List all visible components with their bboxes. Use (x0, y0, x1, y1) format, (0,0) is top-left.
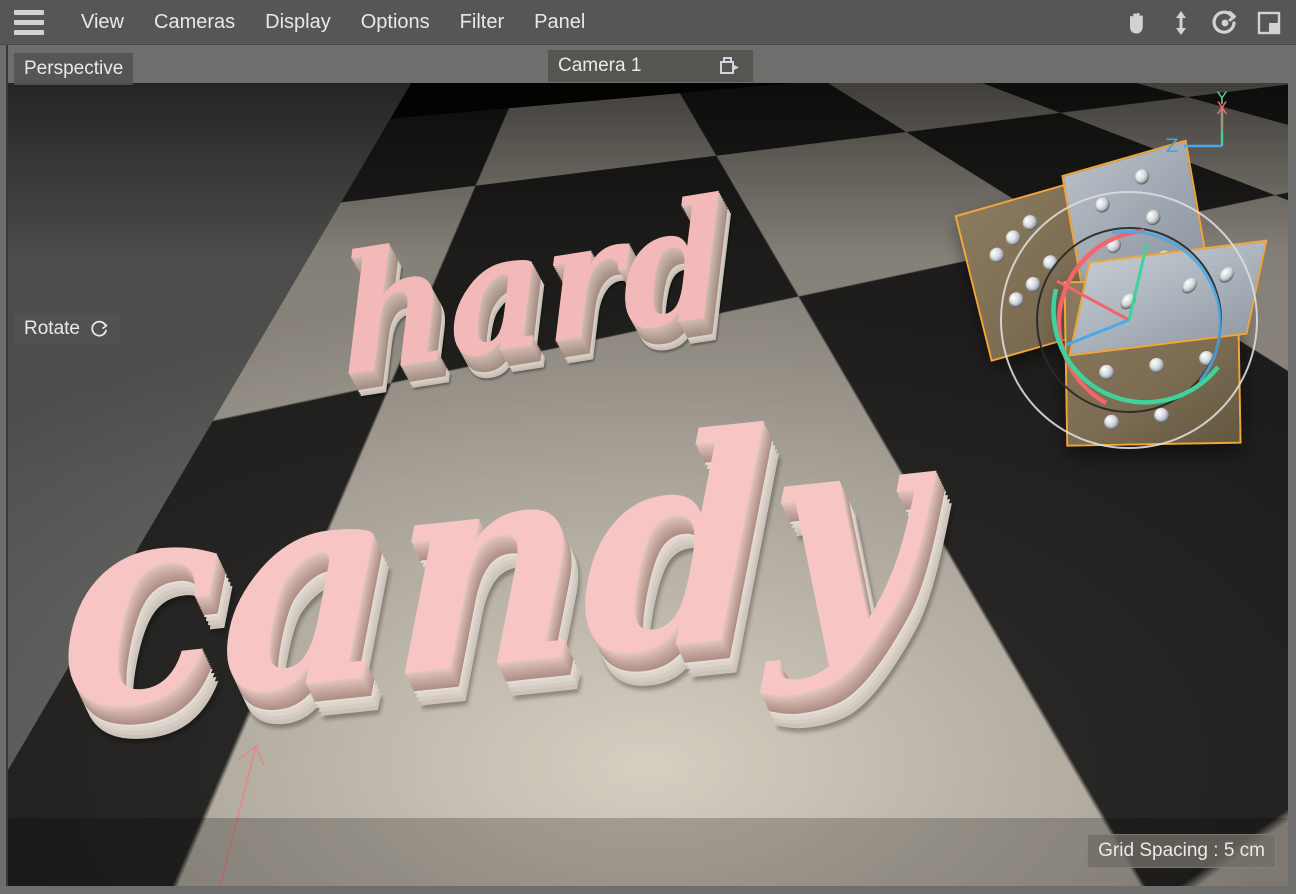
viewport-frame: hard candy (0, 45, 1296, 894)
die-pip (1094, 195, 1111, 214)
menu-item-filter[interactable]: Filter (445, 7, 519, 38)
die-pip (1180, 277, 1198, 295)
viewport[interactable]: hard candy (6, 45, 1288, 886)
die-pip (1133, 167, 1150, 186)
die-pip (1021, 213, 1039, 232)
die-pip (1154, 408, 1169, 423)
transform-tool-label[interactable]: Rotate (14, 313, 120, 345)
render-area[interactable]: hard candy (8, 80, 1288, 886)
panel-layout-icon[interactable] (1252, 6, 1286, 40)
camera-selector[interactable]: Camera 1 (548, 50, 753, 82)
die-pip (1007, 290, 1025, 309)
menu-item-options[interactable]: Options (346, 7, 445, 38)
menu-item-cameras[interactable]: Cameras (139, 7, 250, 38)
camera-label-text: Camera 1 (558, 55, 641, 77)
die-pip (1119, 293, 1137, 311)
hamburger-bar (14, 10, 44, 15)
axis-tripod: Y X Z (1150, 88, 1260, 188)
app-root: View Cameras Display Options Filter Pane… (0, 0, 1296, 894)
die-pip (1099, 365, 1114, 380)
menu-item-display[interactable]: Display (250, 7, 346, 38)
menu-item-panel[interactable]: Panel (519, 7, 600, 38)
hamburger-bar (14, 20, 44, 25)
hamburger-bar (14, 30, 44, 35)
die-pip (1041, 253, 1059, 272)
orbit-rotate-icon[interactable] (1208, 6, 1242, 40)
rotate-arc-icon (90, 319, 110, 339)
die-pip (1199, 351, 1214, 366)
dolly-arrows-icon[interactable] (1164, 6, 1198, 40)
die-pip (1024, 275, 1042, 294)
hamburger-menu-icon[interactable] (8, 0, 50, 45)
axis-x-label: X (1216, 99, 1228, 119)
die-pip (988, 246, 1006, 265)
die-pip (1149, 358, 1164, 373)
die-pip (1105, 236, 1122, 255)
projection-label-text: Perspective (24, 58, 123, 80)
camera-icon (717, 55, 743, 77)
grid-spacing-label: Grid Spacing : 5 cm (1087, 834, 1276, 868)
menu-item-list: View Cameras Display Options Filter Pane… (66, 7, 600, 38)
menu-bar: View Cameras Display Options Filter Pane… (0, 0, 1296, 45)
projection-label[interactable]: Perspective (14, 53, 133, 85)
die-pip (1104, 415, 1119, 430)
die-pip (1145, 208, 1162, 227)
die-pip (1218, 266, 1236, 284)
axis-z-label: Z (1165, 135, 1178, 157)
menu-item-view[interactable]: View (66, 7, 139, 38)
die-pip (1004, 229, 1022, 248)
grid-spacing-text: Grid Spacing : 5 cm (1098, 840, 1265, 862)
hand-pan-icon[interactable] (1120, 6, 1154, 40)
transform-tool-text: Rotate (24, 318, 80, 340)
viewport-tool-icons (1120, 0, 1286, 45)
